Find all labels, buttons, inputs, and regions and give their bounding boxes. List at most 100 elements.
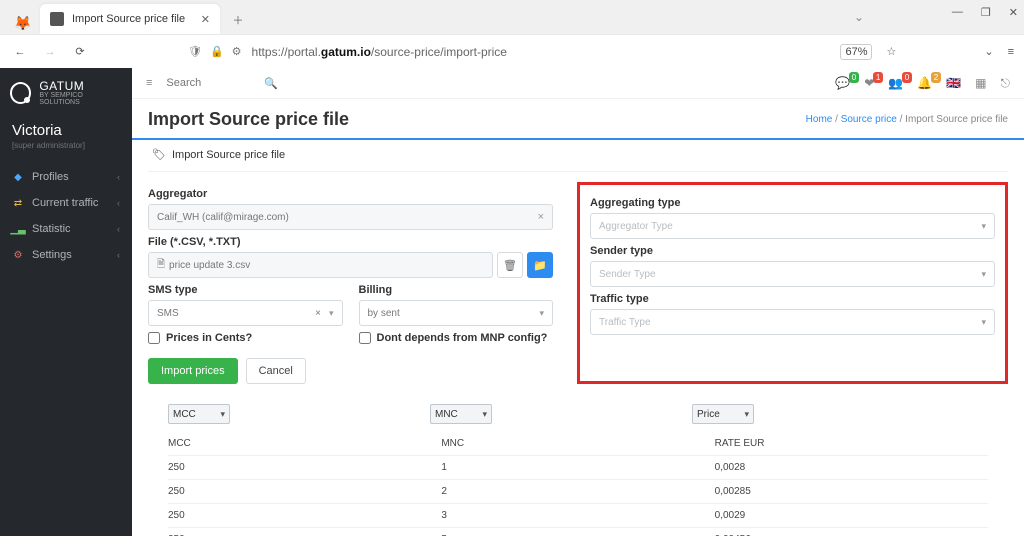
- crumb-source[interactable]: Source price: [841, 114, 897, 125]
- price-filter-select[interactable]: Price▾: [692, 404, 754, 424]
- user-role: [super administrator]: [0, 141, 132, 164]
- file-label: File (*.CSV, *.TXT): [148, 236, 553, 248]
- reload-button[interactable]: ⟳: [70, 42, 90, 62]
- traffic-icon: ⇄: [12, 197, 24, 209]
- close-window-button[interactable]: ✕: [1009, 6, 1018, 19]
- sidebar-item-statistic[interactable]: ▁▃ Statistic ‹: [0, 216, 132, 242]
- chat-icon[interactable]: 💬0: [835, 76, 850, 90]
- minimize-button[interactable]: —: [952, 6, 963, 19]
- billing-select[interactable]: by sent ▾: [359, 300, 554, 326]
- brand: GATUM BY SEMPICO SOLUTIONS: [0, 68, 132, 114]
- billing-label: Billing: [359, 284, 554, 296]
- brand-sub: BY SEMPICO SOLUTIONS: [39, 92, 122, 106]
- table-row: 25050,00456: [168, 528, 988, 536]
- tag-icon: 🏷: [152, 148, 166, 161]
- chevron-down-icon[interactable]: ⌄: [854, 10, 864, 24]
- lang-icon[interactable]: 🇬🇧: [946, 76, 961, 90]
- sidebar-item-label: Settings: [32, 249, 72, 261]
- traffic-type-label: Traffic type: [590, 293, 995, 305]
- sms-type-label: SMS type: [148, 284, 343, 296]
- mnc-filter-select[interactable]: MNC▾: [430, 404, 492, 424]
- shield-icon: 🛡: [188, 45, 202, 58]
- col-rate: RATE EUR: [715, 438, 988, 449]
- users-icon[interactable]: 👥0: [888, 76, 903, 90]
- traffic-type-select[interactable]: Traffic Type ▾: [590, 309, 995, 335]
- prices-cents-checkbox[interactable]: Prices in Cents?: [148, 332, 343, 344]
- user-name: Victoria: [0, 114, 132, 141]
- app-menu-icon[interactable]: ≡: [1008, 46, 1014, 58]
- highlighted-region: Aggregating type Aggregator Type ▾ Sende…: [577, 182, 1008, 384]
- import-prices-button[interactable]: Import prices: [148, 358, 238, 384]
- url-text: https://portal.gatum.io/source-price/imp…: [252, 45, 507, 59]
- sidebar-item-label: Statistic: [32, 223, 71, 235]
- favicon-icon: [50, 12, 64, 26]
- back-button[interactable]: ←: [10, 42, 30, 62]
- col-mnc: MNC: [441, 438, 714, 449]
- new-tab-button[interactable]: ＋: [224, 6, 252, 34]
- sidebar: GATUM BY SEMPICO SOLUTIONS Victoria [sup…: [0, 68, 132, 536]
- settings-icon: ⚙: [12, 249, 24, 261]
- browse-file-button[interactable]: 📁: [527, 252, 553, 278]
- tab-title: Import Source price file: [72, 13, 193, 25]
- aggregating-type-select[interactable]: Aggregator Type ▾: [590, 213, 995, 239]
- pocket-icon[interactable]: ⌄: [984, 45, 993, 58]
- chevron-down-icon: ▾: [329, 308, 334, 318]
- aggregating-type-label: Aggregating type: [590, 197, 995, 209]
- clear-icon[interactable]: ×: [538, 211, 544, 223]
- clear-icon[interactable]: ×: [315, 308, 321, 319]
- zoom-level[interactable]: 67%: [840, 44, 872, 60]
- mnp-checkbox[interactable]: Dont depends from MNP config?: [359, 332, 554, 344]
- table-row: 25020,00285: [168, 480, 988, 504]
- chevron-down-icon: ▾: [539, 308, 544, 319]
- bookmark-star-icon[interactable]: ☆: [886, 45, 896, 58]
- sidebar-item-label: Profiles: [32, 171, 69, 183]
- sidebar-item-settings[interactable]: ⚙ Settings ‹: [0, 242, 132, 268]
- profiles-icon: ◆: [12, 171, 24, 183]
- chevron-left-icon: ‹: [117, 224, 120, 234]
- bell-icon[interactable]: 🔔2: [917, 76, 932, 90]
- search-input[interactable]: [166, 77, 256, 89]
- lock-icon: 🔒: [210, 45, 224, 58]
- chevron-left-icon: ‹: [117, 172, 120, 182]
- sidebar-item-current-traffic[interactable]: ⇄ Current traffic ‹: [0, 190, 132, 216]
- firefox-logo: 🦊: [12, 12, 34, 34]
- sidebar-item-profiles[interactable]: ◆ Profiles ‹: [0, 164, 132, 190]
- crumb-home[interactable]: Home: [806, 114, 833, 125]
- cancel-button[interactable]: Cancel: [246, 358, 306, 384]
- tab-close-icon[interactable]: ✕: [201, 13, 210, 26]
- sms-type-select[interactable]: SMS ×▾: [148, 300, 343, 326]
- forward-button[interactable]: →: [40, 42, 60, 62]
- breadcrumb: Home / Source price / Import Source pric…: [806, 114, 1008, 125]
- chevron-left-icon: ‹: [117, 250, 120, 260]
- maximize-button[interactable]: ❐: [981, 6, 991, 19]
- sender-type-label: Sender type: [590, 245, 995, 257]
- file-field: 🗎 price update 3.csv: [148, 252, 493, 278]
- price-table: MCC MNC RATE EUR 25010,0028 25020,00285 …: [168, 432, 988, 536]
- chevron-down-icon: ▾: [981, 269, 986, 280]
- chevron-down-icon: ▾: [981, 221, 986, 232]
- menu-toggle-icon[interactable]: ≡: [146, 77, 152, 89]
- grid-icon[interactable]: ▦: [975, 76, 986, 90]
- panel-title: Import Source price file: [172, 149, 285, 161]
- address-bar[interactable]: 🛡 🔒 ⚙ https://portal.gatum.io/source-pri…: [180, 39, 830, 65]
- logout-icon[interactable]: ⎋: [1001, 76, 1011, 91]
- page-title: Import Source price file: [148, 109, 349, 130]
- global-search[interactable]: 🔍: [166, 77, 278, 90]
- chevron-down-icon: ▾: [981, 317, 986, 328]
- mcc-filter-select[interactable]: MCC▾: [168, 404, 230, 424]
- crumb-current: Import Source price file: [905, 114, 1008, 125]
- statistic-icon: ▁▃: [12, 223, 24, 235]
- table-row: 25030,0029: [168, 504, 988, 528]
- heart-icon[interactable]: ❤1: [864, 76, 874, 90]
- brand-logo-icon: [10, 82, 31, 104]
- aggregator-label: Aggregator: [148, 188, 553, 200]
- col-mcc: MCC: [168, 438, 441, 449]
- delete-file-button[interactable]: 🗑: [497, 252, 523, 278]
- permissions-icon: ⚙: [232, 45, 242, 58]
- search-icon[interactable]: 🔍: [264, 77, 278, 90]
- browser-tab[interactable]: Import Source price file ✕: [40, 4, 220, 34]
- aggregator-select[interactable]: Calif_WH (calif@mirage.com) ×: [148, 204, 553, 230]
- chevron-left-icon: ‹: [117, 198, 120, 208]
- sender-type-select[interactable]: Sender Type ▾: [590, 261, 995, 287]
- sidebar-item-label: Current traffic: [32, 197, 98, 209]
